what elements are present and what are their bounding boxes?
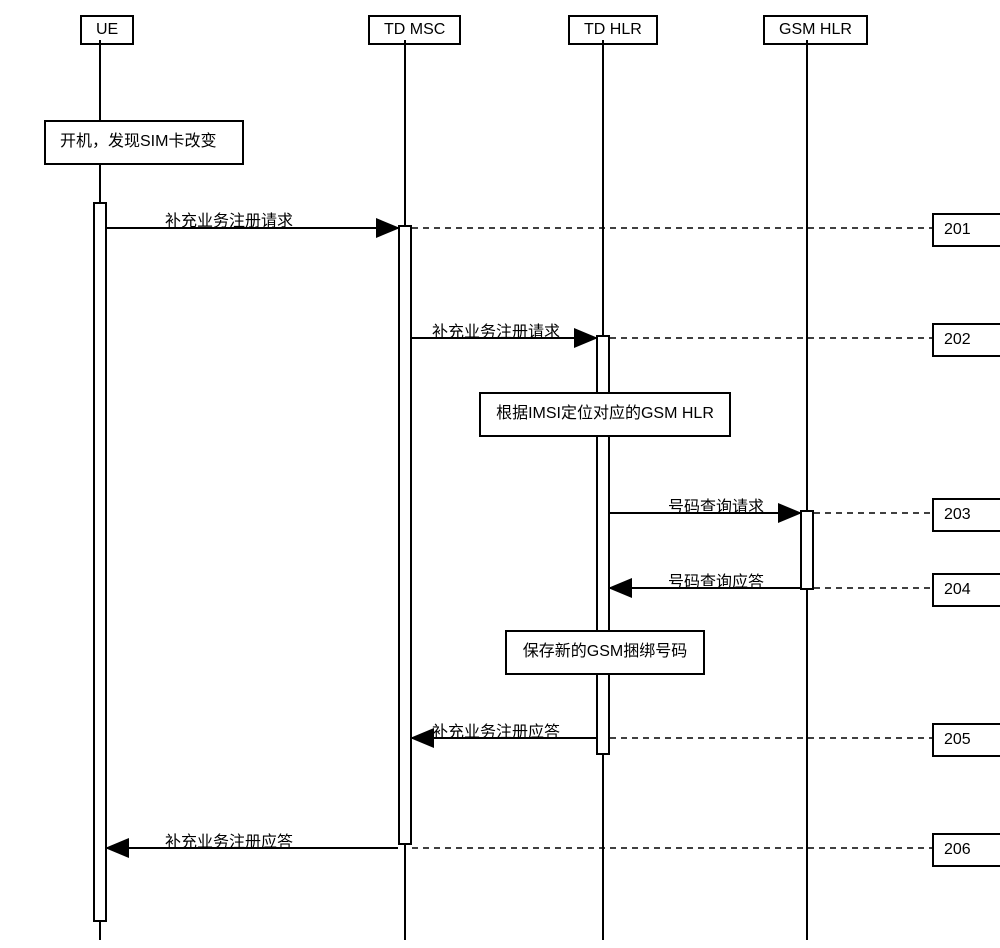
step-205: 205: [932, 723, 1000, 757]
lifeline-gsm-hlr: [806, 40, 808, 940]
box-sim-change-text: 开机，发现SIM卡改变: [60, 133, 216, 150]
step-206: 206: [932, 833, 1000, 867]
box-save-text: 保存新的GSM捆绑号码: [523, 643, 687, 660]
participant-td-hlr: TD HLR: [568, 15, 658, 45]
step-203: 203: [932, 498, 1000, 532]
activation-gsm-hlr: [800, 510, 814, 590]
label-m5: 补充业务注册应答: [432, 718, 560, 742]
participant-td-msc: TD MSC: [368, 15, 461, 45]
step-204: 204: [932, 573, 1000, 607]
step-202: 202: [932, 323, 1000, 357]
label-m4: 号码查询应答: [668, 568, 764, 592]
box-sim-change: 开机，发现SIM卡改变: [44, 120, 244, 165]
label-m6: 补充业务注册应答: [165, 828, 293, 852]
label-m3: 号码查询请求: [668, 493, 764, 517]
activation-ue: [93, 202, 107, 922]
box-locate-gsm-hlr: 根据IMSI定位对应的GSM HLR: [479, 392, 731, 437]
participant-gsm-hlr: GSM HLR: [763, 15, 868, 45]
label-m1: 补充业务注册请求: [165, 207, 293, 231]
step-201: 201: [932, 213, 1000, 247]
box-save-number: 保存新的GSM捆绑号码: [505, 630, 705, 675]
participant-ue: UE: [80, 15, 134, 45]
box-locate-text: 根据IMSI定位对应的GSM HLR: [496, 405, 714, 422]
label-m2: 补充业务注册请求: [432, 318, 560, 342]
activation-td-msc: [398, 225, 412, 845]
